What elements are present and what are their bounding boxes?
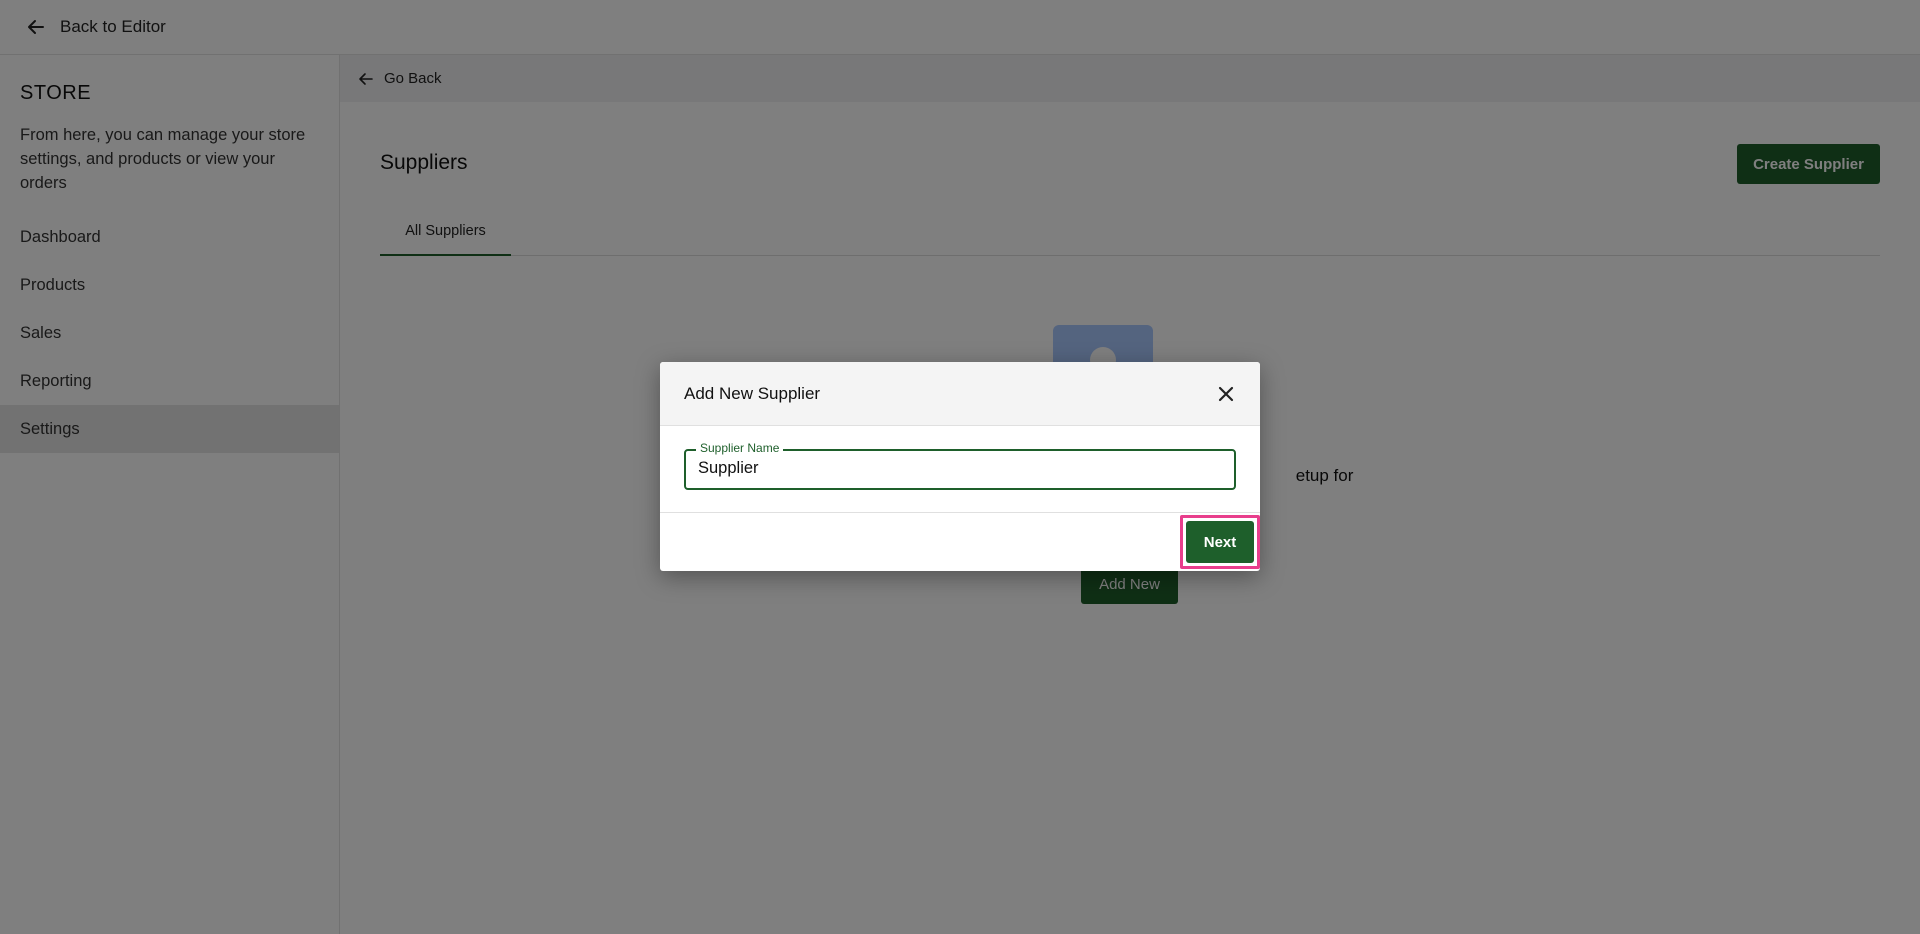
modal-footer: Next	[660, 513, 1260, 570]
modal-header: Add New Supplier	[660, 362, 1260, 426]
close-icon	[1218, 386, 1234, 401]
next-button-highlight: Next	[1180, 515, 1260, 569]
modal-body: Supplier Name	[660, 426, 1260, 513]
supplier-name-field: Supplier Name	[684, 441, 1236, 490]
supplier-name-input[interactable]	[698, 459, 1218, 478]
add-supplier-modal: Add New Supplier Supplier Name Next	[660, 362, 1260, 571]
close-button[interactable]	[1214, 382, 1238, 406]
supplier-name-label: Supplier Name	[696, 441, 784, 455]
modal-title: Add New Supplier	[684, 383, 821, 403]
next-button[interactable]: Next	[1186, 521, 1254, 563]
